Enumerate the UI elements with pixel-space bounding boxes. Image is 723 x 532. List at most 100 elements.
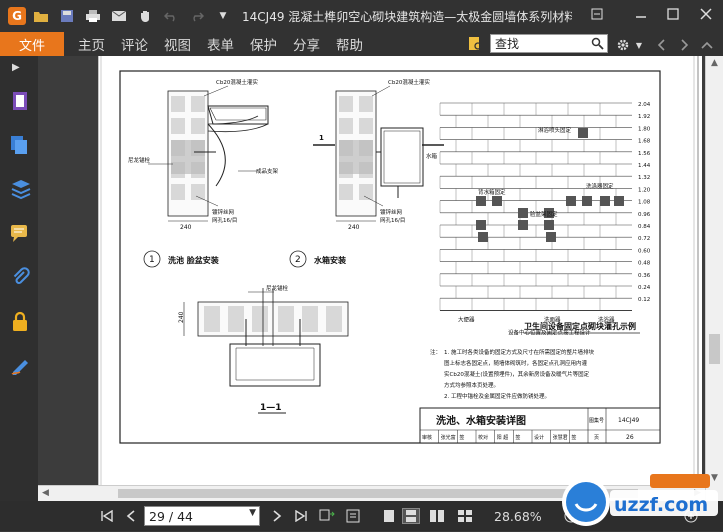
print-icon[interactable] [82, 5, 104, 27]
grouted-core [476, 220, 486, 230]
scroll-up-icon[interactable]: ▲ [711, 58, 718, 68]
grouted-core [566, 196, 576, 206]
grid-annotation: 背水箱固定 [478, 188, 506, 196]
search-icon[interactable] [591, 35, 604, 54]
title-block-cell: 校对 [478, 434, 488, 441]
facing-view-icon[interactable] [428, 508, 446, 524]
drawing-title: 洗池、水箱安装详图 [436, 414, 526, 427]
height-label: 0.48 [638, 261, 651, 267]
label-wire-mesh-b: 镀锌丝网 [380, 208, 403, 216]
attachment-icon[interactable] [9, 266, 31, 288]
sub2-number: 2 [295, 255, 301, 265]
vertical-scrollbar[interactable]: ▲ ▼ [705, 56, 723, 501]
atlas-number: 14CJ49 [618, 417, 639, 424]
dim-240-a: 240 [180, 224, 192, 231]
find-document-icon[interactable] [466, 35, 484, 53]
grouted-core [492, 196, 502, 206]
grouted-core [546, 232, 556, 242]
search-input[interactable]: 查找 [490, 34, 608, 53]
document-viewport[interactable]: 240 Cb20混凝土灌实 尼龙锚栓 成品支架 镀锌丝网 网孔16/目 1 洗池… [38, 56, 705, 501]
grouted-core [478, 232, 488, 242]
grouted-core [614, 196, 624, 206]
height-label: 1.80 [638, 126, 651, 132]
page-thumbnails-icon[interactable] [9, 90, 31, 112]
menu-home[interactable]: 主页 [78, 34, 105, 54]
label-mesh-spec-a: 网孔16/目 [212, 216, 237, 224]
menu-view[interactable]: 视图 [164, 34, 191, 54]
scroll-left-icon[interactable]: ◀ [42, 488, 49, 498]
lock-icon[interactable] [9, 310, 31, 332]
height-label: 0.12 [638, 297, 650, 303]
maximize-icon[interactable] [660, 4, 686, 24]
elevation-grid: 2.04 1.92 1.80 1.68 1.56 1.44 1.32 1.20 1.08 0.96… [439, 102, 651, 336]
redo-icon[interactable] [186, 5, 208, 27]
document-page: 240 Cb20混凝土灌实 尼龙锚栓 成品支架 镀锌丝网 网孔16/目 1 洗池… [97, 56, 702, 494]
layers-icon[interactable] [9, 134, 31, 156]
dim-240-c: 240 [178, 311, 185, 323]
note-line-2: 图上标志各固定点，随墙体砌筑时，各固定点孔洞应用内灌 [444, 359, 588, 367]
comments-icon[interactable] [9, 222, 31, 244]
reflow-icon[interactable] [344, 508, 362, 524]
label-water-tank: 水箱 [426, 152, 438, 160]
app-logo-icon[interactable]: G [8, 7, 26, 25]
single-page-view-icon[interactable] [380, 508, 398, 524]
ribbon-left-icon[interactable] [652, 36, 670, 54]
page-number: 26 [626, 434, 634, 441]
vertical-scroll-thumb[interactable] [709, 334, 720, 364]
label-nylon-anchor-b: 尼龙锚栓 [266, 284, 289, 292]
page-dropdown-icon[interactable]: ▼ [249, 508, 256, 518]
collapse-ribbon-icon[interactable] [698, 36, 716, 54]
title-block-cell: 签 [515, 434, 520, 441]
undo-icon[interactable] [160, 5, 182, 27]
height-label: 0.24 [638, 285, 651, 291]
hand-tool-icon[interactable] [134, 5, 156, 27]
window-title: 14CJ49 混凝土榫卯空心砌块建筑构造—太极金圆墙体系列材料 .... [242, 9, 572, 24]
email-icon[interactable] [108, 5, 130, 27]
grid-annotation: 淋浴喷头固定 [538, 126, 572, 134]
height-label: 0.84 [638, 224, 651, 230]
menu-form[interactable]: 表单 [207, 34, 234, 54]
minimize-icon[interactable] [628, 4, 654, 24]
grouted-core [600, 196, 610, 206]
sub2-title: 水箱安装 [313, 255, 346, 265]
title-block: 洗池、水箱安装详图 图集号 14CJ49 页 26 审核 张光富签校对阳 超签设计… [419, 407, 661, 444]
restore-ribbon-icon[interactable] [584, 4, 610, 24]
bookmarks-icon[interactable] [9, 178, 31, 200]
height-label: 0.96 [638, 212, 651, 218]
continuous-facing-view-icon[interactable] [456, 508, 474, 524]
grouted-core [544, 220, 554, 230]
page-number-input[interactable]: 29 / 44 ▼ [144, 506, 260, 526]
height-label: 1.92 [638, 114, 650, 120]
grid-title: 卫生间设备固定点砌块灌孔示例 [524, 321, 636, 331]
title-block-cell: 张慧君 [553, 434, 568, 441]
signature-icon[interactable] [9, 354, 31, 376]
last-page-icon[interactable] [292, 508, 310, 524]
grid-annotation: 洗涤器固定 [586, 182, 614, 190]
first-page-icon[interactable] [98, 508, 116, 524]
height-label: 0.36 [638, 273, 651, 279]
close-icon[interactable] [693, 4, 719, 24]
previous-page-icon[interactable] [122, 508, 140, 524]
menu-help[interactable]: 帮助 [336, 34, 363, 54]
height-label: 1.68 [638, 139, 651, 145]
note-line-4: 方式均参照本页处理。 [444, 381, 499, 389]
zoom-level[interactable]: 28.68% [494, 509, 542, 524]
customize-toolbar-icon[interactable]: ▼ [212, 5, 234, 27]
label-finished-bracket: 成品支架 [256, 167, 279, 175]
menu-protect[interactable]: 保护 [250, 34, 277, 54]
menu-file[interactable]: 文件 [0, 32, 64, 56]
next-page-icon[interactable] [268, 508, 286, 524]
label-mesh-spec-b: 网孔16/目 [380, 216, 405, 224]
continuous-view-icon[interactable] [402, 508, 420, 524]
menu-bar: 文件 主页 评论 视图 表单 保护 分享 帮助 查找 ▼ [0, 32, 723, 56]
menu-comment[interactable]: 评论 [121, 34, 148, 54]
expand-panel-icon[interactable]: ▶ [12, 62, 20, 73]
ribbon-right-icon[interactable] [676, 36, 694, 54]
fit-page-icon[interactable] [318, 508, 336, 524]
open-folder-icon[interactable] [30, 5, 52, 27]
grid-annotation: 脸盆架固定 [530, 210, 558, 218]
save-icon[interactable] [56, 5, 78, 27]
sub1-number: 1 [149, 255, 155, 265]
settings-dropdown-icon[interactable]: ▼ [630, 36, 648, 54]
menu-share[interactable]: 分享 [293, 34, 320, 54]
